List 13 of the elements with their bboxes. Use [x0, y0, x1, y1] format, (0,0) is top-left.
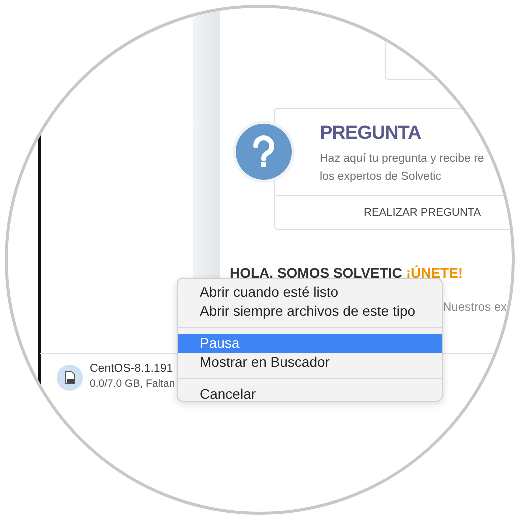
card-title: PREGUNTA: [320, 123, 422, 145]
download-filename: CentOS-8.1.191: [90, 363, 174, 375]
menu-item[interactable]: Abrir siempre archivos de este tipo: [178, 302, 442, 321]
card-description: Haz aquí tu pregunta y recibe re los expertos de Solvetic: [320, 152, 486, 185]
ask-question-button[interactable]: REALIZAR PREGUNTA: [275, 196, 512, 229]
menu-item[interactable]: Abrir cuando esté listo: [178, 283, 442, 302]
menu-item[interactable]: Cancelar: [178, 385, 442, 401]
download-status: 0.0/7.0 GB, Faltan: [90, 378, 176, 390]
section-heading: HOLA, SOMOS SOLVETIC ¡ÚNETE!: [230, 265, 464, 281]
menu-item[interactable]: Pausa: [178, 334, 442, 353]
section-text: Nuestros ex: [443, 300, 508, 314]
menu-item[interactable]: Mostrar en Buscador: [178, 353, 442, 372]
file-icon: [57, 365, 83, 391]
